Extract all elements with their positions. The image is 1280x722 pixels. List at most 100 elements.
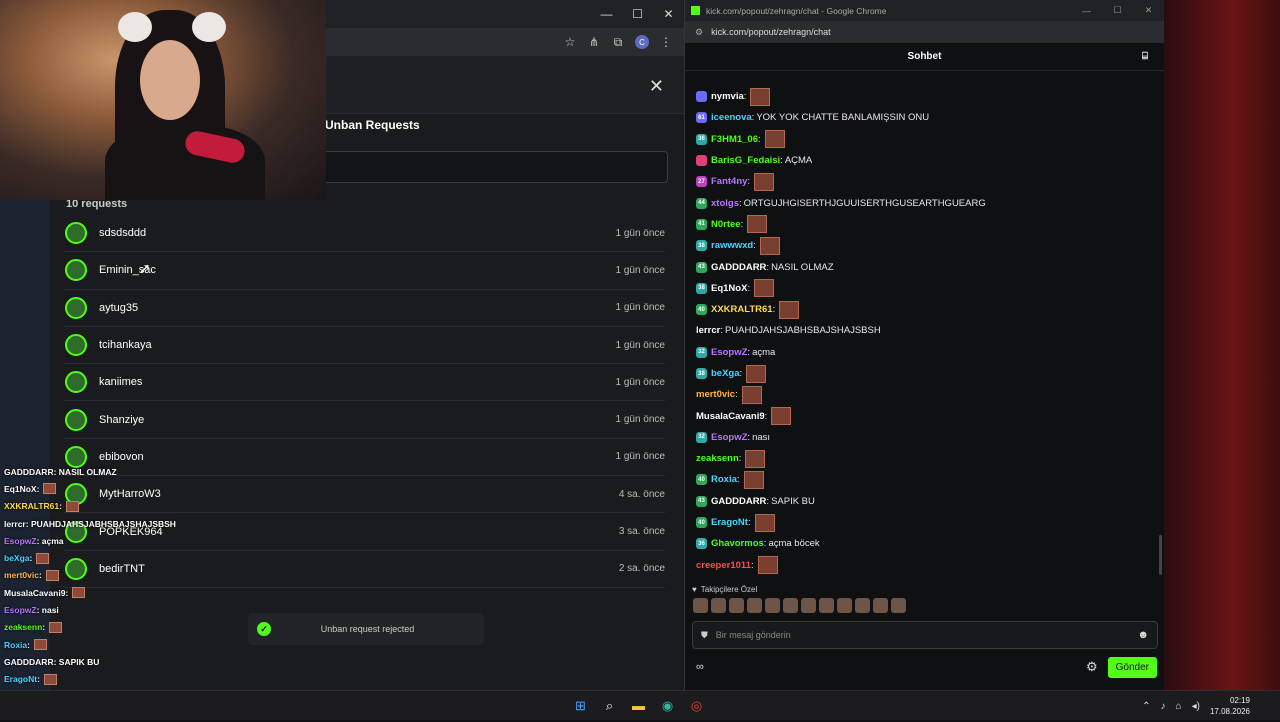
edge-icon[interactable]: ◉ bbox=[658, 696, 677, 715]
subscriber-badge[interactable] bbox=[696, 91, 707, 103]
tab-unban-requests[interactable]: Unban Requests bbox=[325, 118, 420, 132]
subscriber-badge[interactable]: 43 bbox=[696, 495, 707, 507]
chat-username[interactable]: GADDDARR bbox=[711, 496, 766, 507]
emote-button[interactable] bbox=[819, 598, 834, 613]
emote-button[interactable] bbox=[747, 598, 762, 613]
scrollbar[interactable] bbox=[1159, 535, 1162, 575]
emote-button[interactable] bbox=[729, 598, 744, 613]
chat-username[interactable]: iceenova bbox=[711, 112, 752, 123]
emote-button[interactable] bbox=[801, 598, 816, 613]
emote-button[interactable] bbox=[693, 598, 708, 613]
request-row[interactable]: kaniimes 1 gün önce bbox=[64, 364, 665, 402]
request-username[interactable]: Shanziye bbox=[99, 414, 616, 426]
request-username[interactable]: kaniimes bbox=[99, 376, 616, 388]
puzzle-icon[interactable]: ⧉ bbox=[608, 32, 628, 52]
extension-icon[interactable]: ⋔ bbox=[584, 32, 604, 52]
profile-icon[interactable]: C bbox=[632, 32, 652, 52]
maximize-icon[interactable]: ☐ bbox=[1102, 5, 1133, 16]
emote-button[interactable] bbox=[891, 598, 906, 613]
chat-username[interactable]: BarisG_Fedaisi bbox=[711, 155, 780, 166]
request-username[interactable]: ebibovon bbox=[99, 451, 616, 463]
subscriber-badge[interactable]: 27 bbox=[696, 176, 707, 188]
infinity-icon[interactable]: ∞ bbox=[696, 661, 704, 673]
chat-input[interactable] bbox=[715, 630, 1138, 640]
emote-button[interactable] bbox=[855, 598, 870, 613]
subscriber-badge[interactable]: 61 bbox=[696, 112, 707, 124]
chat-username[interactable]: zeaksenn bbox=[696, 453, 739, 464]
subscriber-badge[interactable]: 38 bbox=[696, 282, 707, 294]
volume-icon[interactable]: ◂) bbox=[1192, 701, 1200, 712]
close-icon[interactable]: ✕ bbox=[649, 76, 664, 97]
chevron-up-icon[interactable]: ⌃ bbox=[1142, 701, 1150, 712]
network-icon[interactable]: ⌂ bbox=[1176, 701, 1182, 712]
maximize-icon[interactable]: ☐ bbox=[622, 7, 653, 21]
chat-username[interactable]: MusalaCavani9 bbox=[696, 411, 765, 422]
windows-start-icon[interactable]: ⊞ bbox=[571, 696, 590, 715]
chat-username[interactable]: N0rtee bbox=[711, 219, 741, 230]
subscriber-badge[interactable]: 32 bbox=[696, 346, 707, 358]
chat-username[interactable]: mert0vic bbox=[696, 389, 735, 400]
subscriber-badge[interactable]: 32 bbox=[696, 431, 707, 443]
chat-username[interactable]: rawwwxd bbox=[711, 240, 753, 251]
emoji-icon[interactable]: ☻ bbox=[1137, 629, 1149, 641]
subscriber-badge[interactable]: 36 bbox=[696, 133, 707, 145]
emote-button[interactable] bbox=[873, 598, 888, 613]
request-row[interactable]: sdsdsddd 1 gün önce bbox=[64, 215, 665, 253]
chat-username[interactable]: nymvia bbox=[711, 91, 744, 102]
close-window-icon[interactable]: ✕ bbox=[1133, 5, 1164, 16]
emote-button[interactable] bbox=[783, 598, 798, 613]
chat-username[interactable]: beXga bbox=[711, 368, 740, 379]
chat-username[interactable]: Eq1NoX bbox=[711, 283, 747, 294]
subscriber-badge[interactable]: 40 bbox=[696, 304, 707, 316]
chat-username[interactable]: Roxia bbox=[711, 474, 737, 485]
star-icon[interactable]: ☆ bbox=[560, 32, 580, 52]
minimize-icon[interactable]: — bbox=[1071, 6, 1102, 16]
request-row[interactable]: Eminin_sac 1 gün önce ➚ bbox=[64, 252, 665, 290]
clock[interactable]: 02:19 17.08.2026 bbox=[1210, 695, 1250, 717]
chat-username[interactable]: lerrcr bbox=[696, 325, 720, 336]
minimize-icon[interactable]: — bbox=[591, 7, 622, 21]
subscriber-badge[interactable]: 41 bbox=[696, 218, 707, 230]
site-info-icon[interactable]: ⚙ bbox=[695, 27, 703, 38]
chat-username[interactable]: creeper1011 bbox=[696, 560, 751, 571]
chat-username[interactable]: EsopwZ bbox=[711, 347, 747, 358]
chat-username[interactable]: EsopwZ bbox=[711, 432, 747, 443]
emote-button[interactable] bbox=[711, 598, 726, 613]
chrome-icon[interactable]: ◎ bbox=[687, 696, 706, 715]
send-button[interactable]: Gönder bbox=[1107, 656, 1157, 678]
emote-button[interactable] bbox=[765, 598, 780, 613]
close-window-icon[interactable]: ✕ bbox=[653, 7, 684, 21]
address-bar[interactable]: ⚙ kick.com/popout/zehragn/chat bbox=[685, 21, 1164, 43]
request-username[interactable]: sdsdsddd bbox=[99, 227, 616, 239]
microphone-icon[interactable]: ♪ bbox=[1161, 701, 1166, 712]
chat-username[interactable]: XXKRALTR61 bbox=[711, 304, 773, 315]
subscriber-badge[interactable]: 40 bbox=[696, 474, 707, 486]
file-explorer-icon[interactable]: ▬ bbox=[629, 696, 648, 715]
chat-username[interactable]: F3HM1_06 bbox=[711, 134, 758, 145]
subscriber-badge[interactable]: 38 bbox=[696, 240, 707, 252]
subscriber-badge[interactable]: 36 bbox=[696, 538, 707, 550]
request-username[interactable]: Eminin_sac bbox=[99, 264, 616, 276]
gift-icon[interactable]: ⌸ bbox=[1142, 51, 1152, 62]
chat-username[interactable]: Fant4ny bbox=[711, 176, 747, 187]
gear-icon[interactable]: ⚙ bbox=[1086, 659, 1098, 675]
chat-username[interactable]: GADDDARR bbox=[711, 262, 766, 273]
emote-button[interactable] bbox=[837, 598, 852, 613]
search-icon[interactable]: ⌕ bbox=[600, 696, 619, 715]
chat-username[interactable]: EragoNt bbox=[711, 517, 748, 528]
subscriber-badge[interactable]: 40 bbox=[696, 517, 707, 529]
chat-username[interactable]: Ghavormos bbox=[711, 538, 764, 549]
request-row[interactable]: aytug35 1 gün önce bbox=[64, 290, 665, 327]
request-username[interactable]: aytug35 bbox=[99, 302, 616, 314]
request-username[interactable]: tcihankaya bbox=[99, 339, 616, 351]
subscriber-badge[interactable] bbox=[696, 155, 707, 167]
subscriber-badge[interactable]: 43 bbox=[696, 261, 707, 273]
chat-username[interactable]: xtolgs bbox=[711, 198, 739, 209]
subscriber-badge[interactable]: 44 bbox=[696, 197, 707, 209]
chat-input-box[interactable]: ⛊ ☻ bbox=[692, 621, 1158, 649]
search-input[interactable] bbox=[320, 151, 668, 183]
subscriber-badge[interactable]: 38 bbox=[696, 368, 707, 379]
request-row[interactable]: tcihankaya 1 gün önce bbox=[64, 327, 665, 365]
request-row[interactable]: Shanziye 1 gün önce bbox=[64, 401, 665, 439]
menu-dots-icon[interactable]: ⋮ bbox=[656, 32, 676, 52]
